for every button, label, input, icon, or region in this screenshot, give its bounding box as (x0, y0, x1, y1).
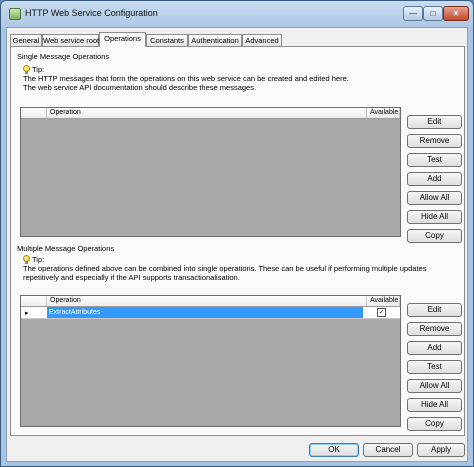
lightbulb-icon (23, 65, 30, 74)
single-col-operation[interactable]: Operation (47, 108, 367, 118)
multiple-copy-button[interactable]: Copy (407, 417, 462, 431)
multiple-hide-all-button[interactable]: Hide All (407, 398, 462, 412)
multiple-operations-grid[interactable]: Operation Available ▸ ExtractAttributes … (20, 295, 401, 427)
multiple-tip-line-2: repetitively and especially if the API s… (23, 273, 240, 282)
tab-operations[interactable]: Operations (99, 32, 146, 47)
single-copy-button[interactable]: Copy (407, 229, 462, 243)
table-row[interactable]: ▸ ExtractAttributes ✓ (21, 307, 400, 319)
multiple-section-label: Multiple Message Operations (17, 244, 115, 253)
multiple-tip-title: Tip: (32, 255, 45, 264)
multiple-tip-line-1: The operations defined above can be comb… (23, 264, 427, 273)
tab-web-service-root[interactable]: Web service root (42, 34, 99, 46)
single-operations-grid[interactable]: Operation Available (20, 107, 401, 237)
tab-general[interactable]: General (10, 34, 42, 46)
multiple-add-button[interactable]: Add (407, 341, 462, 355)
single-remove-button[interactable]: Remove (407, 134, 462, 148)
single-edit-button[interactable]: Edit (407, 115, 462, 129)
single-hide-all-button[interactable]: Hide All (407, 210, 462, 224)
multiple-test-button[interactable]: Test (407, 360, 462, 374)
tab-constants[interactable]: Constants (146, 34, 188, 46)
multiple-col-operation[interactable]: Operation (47, 296, 367, 306)
single-test-button[interactable]: Test (407, 153, 462, 167)
tab-advanced[interactable]: Advanced (242, 34, 282, 46)
tab-authentication[interactable]: Authentication (188, 34, 242, 46)
multiple-col-available[interactable]: Available (367, 296, 400, 306)
single-allow-all-button[interactable]: Allow All (407, 191, 462, 205)
single-tip-line-1: The HTTP messages that form the operatio… (23, 74, 349, 83)
apply-button[interactable]: Apply (417, 443, 465, 457)
single-add-button[interactable]: Add (407, 172, 462, 186)
single-section-label: Single Message Operations (17, 52, 110, 61)
multiple-grid-header: Operation Available (21, 296, 400, 307)
ok-button[interactable]: OK (309, 443, 359, 457)
multiple-allow-all-button[interactable]: Allow All (407, 379, 462, 393)
window-title: HTTP Web Service Configuration (25, 8, 158, 18)
dialog-window: HTTP Web Service Configuration — □ ✕ Gen… (0, 0, 474, 467)
dialog-client: General Web service root Operations Cons… (6, 27, 468, 462)
multiple-grid-corner (21, 296, 47, 306)
lightbulb-icon (23, 255, 30, 264)
single-tip-title: Tip: (32, 65, 45, 74)
minimize-button[interactable]: — (403, 6, 423, 21)
app-icon (9, 8, 21, 20)
cancel-button[interactable]: Cancel (363, 443, 413, 457)
single-col-available[interactable]: Available (367, 108, 400, 118)
row-indicator-icon: ▸ (25, 310, 29, 317)
maximize-button[interactable]: □ (423, 6, 443, 21)
single-grid-corner (21, 108, 47, 118)
single-tip-line-2: The web service API documentation should… (23, 83, 257, 92)
multiple-remove-button[interactable]: Remove (407, 322, 462, 336)
close-button[interactable]: ✕ (443, 6, 469, 21)
available-checkbox[interactable]: ✓ (377, 308, 386, 317)
title-bar[interactable]: HTTP Web Service Configuration — □ ✕ (1, 1, 473, 27)
single-grid-header: Operation Available (21, 108, 400, 119)
operation-cell[interactable]: ExtractAttributes (47, 307, 363, 318)
multiple-edit-button[interactable]: Edit (407, 303, 462, 317)
operations-panel: Single Message Operations Tip: The HTTP … (10, 46, 465, 436)
